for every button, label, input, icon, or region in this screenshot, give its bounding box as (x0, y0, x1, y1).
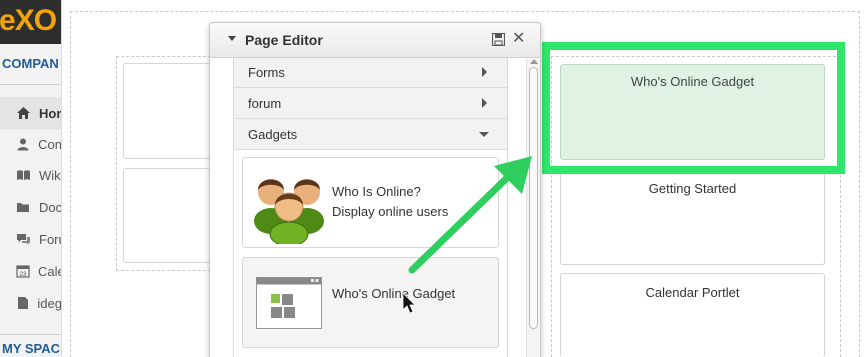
sidebar-item-label: Foru (39, 231, 61, 247)
sidebar-item-calendar[interactable]: 23 Cale (0, 255, 61, 287)
sidebar-item-connections[interactable]: Con (0, 128, 62, 160)
company-section-label[interactable]: COMPAN (2, 56, 59, 71)
page-editor-title: Page Editor (245, 32, 323, 48)
divider (0, 334, 61, 335)
divider (0, 84, 61, 85)
svg-text:23: 23 (20, 272, 27, 278)
gadget-window-icon (256, 277, 322, 329)
folder-icon (16, 199, 31, 215)
logo-text: eXO (0, 4, 57, 37)
category-forum[interactable]: forum (234, 88, 507, 119)
sidebar-item-label: Doc (39, 199, 62, 215)
sidebar-item-label: Cale (38, 263, 61, 279)
left-sidebar: eXO COMPAN Hom Con Wiki Doc Foru 23 (0, 0, 62, 357)
drop-zone-highlight (542, 42, 845, 174)
sidebar-item-label: Con (38, 136, 62, 152)
exo-logo[interactable]: eXO (0, 0, 61, 44)
portlet-label: Getting Started (648, 181, 737, 196)
portlet-getting-started[interactable]: Getting Started (560, 169, 825, 265)
book-icon (16, 167, 31, 183)
category-forms[interactable]: Forms (234, 58, 507, 88)
empty-portlet-slot[interactable] (123, 168, 213, 263)
scrollbar-thumb[interactable] (529, 67, 538, 329)
users-group-icon (254, 179, 324, 244)
calendar-icon: 23 (16, 263, 30, 279)
category-label: Forms (248, 65, 285, 80)
scroll-up-arrow-icon[interactable] (530, 59, 538, 64)
page-editor-panel: Page Editor ✕ Forms forum Gadgets Who Is… (209, 22, 541, 357)
gadget-who-is-online[interactable]: Who Is Online? Display online users (242, 157, 499, 248)
my-spaces-section-label[interactable]: MY SPAC (2, 341, 60, 356)
sidebar-item-label: Wiki (39, 167, 62, 183)
panel-scrollbar[interactable] (526, 59, 540, 357)
sidebar-item-wiki[interactable]: Wiki (0, 159, 62, 191)
sidebar-item-forums[interactable]: Foru (0, 223, 61, 255)
sidebar-item-label: Hom (39, 105, 61, 121)
sidebar-item-home[interactable]: Hom (0, 97, 61, 129)
user-icon (16, 136, 30, 152)
gadget-title: Who's Online Gadget (332, 286, 456, 301)
sidebar-item-page[interactable]: ideg (0, 287, 62, 319)
category-label: Gadgets (248, 127, 298, 142)
sidebar-item-documents[interactable]: Doc (0, 191, 62, 223)
category-label: forum (248, 96, 282, 111)
gadget-whos-online-gadget[interactable]: Who's Online Gadget (242, 257, 499, 348)
empty-portlet-slot[interactable] (123, 63, 213, 159)
portlet-label: Calendar Portlet (645, 285, 740, 300)
comments-icon (16, 231, 31, 247)
chevron-down-icon (479, 132, 489, 137)
page-editor-header[interactable]: Page Editor ✕ (210, 23, 540, 58)
save-icon[interactable] (492, 33, 505, 46)
gadget-title: Who Is Online? (332, 184, 421, 199)
close-icon[interactable]: ✕ (512, 29, 525, 49)
portlet-category-list: Forms forum Gadgets Who Is Online? Displ… (233, 58, 508, 357)
home-icon (16, 105, 31, 121)
portlet-calendar[interactable]: Calendar Portlet (560, 273, 825, 357)
collapse-caret-icon[interactable] (228, 36, 236, 41)
category-gadgets[interactable]: Gadgets (234, 119, 507, 150)
gadget-description: Display online users (332, 204, 449, 219)
chevron-right-icon (482, 67, 487, 77)
chevron-right-icon (482, 98, 487, 108)
sidebar-item-label: ideg (37, 295, 62, 311)
file-icon (16, 295, 29, 311)
